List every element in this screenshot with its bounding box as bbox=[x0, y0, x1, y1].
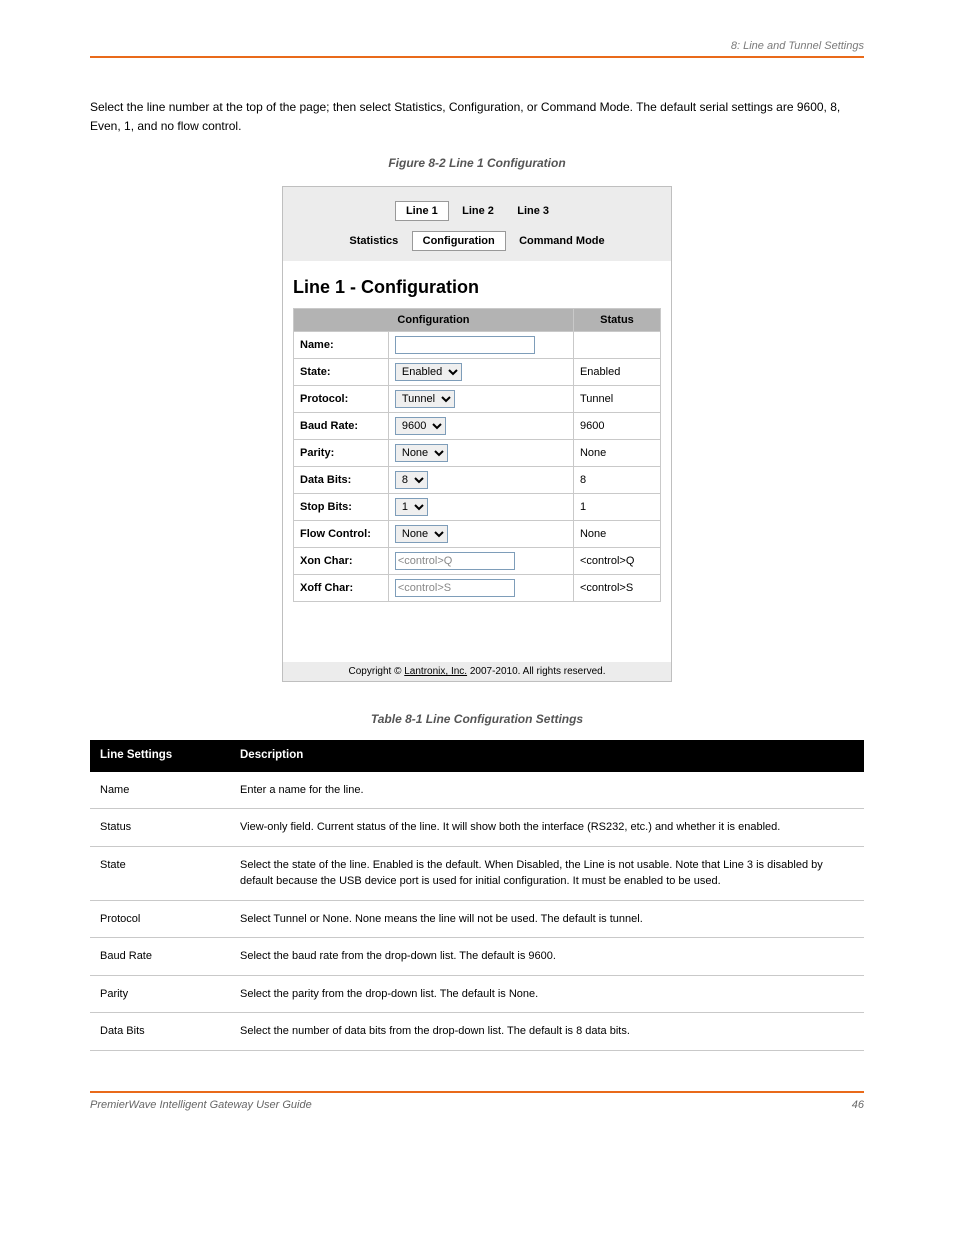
config-status: Tunnel bbox=[573, 386, 660, 413]
config-row: Parity: None None bbox=[294, 440, 661, 467]
config-select[interactable]: None bbox=[395, 525, 448, 543]
intro-paragraph: Select the line number at the top of the… bbox=[90, 98, 864, 136]
config-status: Enabled bbox=[573, 359, 660, 386]
sub-tabs: Statistics Configuration Command Mode bbox=[293, 231, 661, 251]
config-select[interactable]: 9600 bbox=[395, 417, 446, 435]
tab-line-1[interactable]: Line 1 bbox=[395, 201, 449, 221]
config-label: Xon Char: bbox=[294, 548, 389, 575]
config-field bbox=[388, 548, 573, 575]
settings-desc: Select the number of data bits from the … bbox=[230, 1013, 864, 1051]
panel-heading: Line 1 - Configuration bbox=[293, 277, 661, 298]
config-field: None bbox=[388, 521, 573, 548]
config-row: Name: bbox=[294, 332, 661, 359]
config-status: 9600 bbox=[573, 413, 660, 440]
settings-key: State bbox=[90, 846, 230, 900]
config-status: 8 bbox=[573, 467, 660, 494]
config-label: State: bbox=[294, 359, 389, 386]
settings-desc: Select Tunnel or None. None means the li… bbox=[230, 900, 864, 938]
line-tabs: Line 1 Line 2 Line 3 bbox=[395, 201, 559, 221]
settings-desc: View-only field. Current status of the l… bbox=[230, 809, 864, 847]
settings-key: Name bbox=[90, 772, 230, 809]
name-input[interactable] bbox=[395, 336, 535, 354]
settings-row: Data BitsSelect the number of data bits … bbox=[90, 1013, 864, 1051]
settings-key: Baud Rate bbox=[90, 938, 230, 976]
settings-table: Line Settings Description NameEnter a na… bbox=[90, 740, 864, 1050]
config-status bbox=[573, 332, 660, 359]
settings-row: ParitySelect the parity from the drop-do… bbox=[90, 975, 864, 1013]
config-select[interactable]: Enabled bbox=[395, 363, 462, 381]
settings-row: StateSelect the state of the line. Enabl… bbox=[90, 846, 864, 900]
config-field: 1 bbox=[388, 494, 573, 521]
header-rule bbox=[90, 56, 864, 58]
config-row: State: Enabled Enabled bbox=[294, 359, 661, 386]
settings-desc: Select the parity from the drop-down lis… bbox=[230, 975, 864, 1013]
settings-row: Baud RateSelect the baud rate from the d… bbox=[90, 938, 864, 976]
config-row: Protocol: Tunnel Tunnel bbox=[294, 386, 661, 413]
config-field bbox=[388, 575, 573, 602]
config-field: 8 bbox=[388, 467, 573, 494]
config-label: Baud Rate: bbox=[294, 413, 389, 440]
config-label: Xoff Char: bbox=[294, 575, 389, 602]
subtab-configuration[interactable]: Configuration bbox=[412, 231, 506, 251]
footer-title: PremierWave Intelligent Gateway User Gui… bbox=[90, 1099, 312, 1111]
config-readonly bbox=[395, 579, 515, 597]
config-status: None bbox=[573, 521, 660, 548]
subtab-statistics[interactable]: Statistics bbox=[339, 232, 408, 250]
settings-row: ProtocolSelect Tunnel or None. None mean… bbox=[90, 900, 864, 938]
config-readonly bbox=[395, 552, 515, 570]
lantronix-link[interactable]: Lantronix, Inc. bbox=[404, 666, 467, 677]
subtab-command-mode[interactable]: Command Mode bbox=[509, 232, 615, 250]
config-select[interactable]: 8 bbox=[395, 471, 428, 489]
settings-key: Data Bits bbox=[90, 1013, 230, 1051]
config-field: None bbox=[388, 440, 573, 467]
settings-desc: Enter a name for the line. bbox=[230, 772, 864, 809]
config-row: Baud Rate: 9600 9600 bbox=[294, 413, 661, 440]
config-label: Name: bbox=[294, 332, 389, 359]
copyright-footer: Copyright © Lantronix, Inc. 2007-2010. A… bbox=[283, 662, 671, 681]
settings-row: StatusView-only field. Current status of… bbox=[90, 809, 864, 847]
col-status: Status bbox=[573, 309, 660, 332]
settings-col-1: Line Settings bbox=[90, 740, 230, 771]
tab-line-3[interactable]: Line 3 bbox=[507, 202, 559, 220]
tab-line-2[interactable]: Line 2 bbox=[452, 202, 504, 220]
config-status: <control>Q bbox=[573, 548, 660, 575]
footer-page-number: 46 bbox=[852, 1099, 864, 1111]
settings-col-2: Description bbox=[230, 740, 864, 771]
figure-caption: Figure 8-2 Line 1 Configuration bbox=[90, 156, 864, 170]
config-row: Xon Char: <control>Q bbox=[294, 548, 661, 575]
config-select[interactable]: None bbox=[395, 444, 448, 462]
config-label: Stop Bits: bbox=[294, 494, 389, 521]
chapter-label: 8: Line and Tunnel Settings bbox=[90, 40, 864, 52]
config-row: Flow Control: None None bbox=[294, 521, 661, 548]
config-select[interactable]: Tunnel bbox=[395, 390, 455, 408]
page-footer: PremierWave Intelligent Gateway User Gui… bbox=[90, 1091, 864, 1111]
config-label: Flow Control: bbox=[294, 521, 389, 548]
config-status: None bbox=[573, 440, 660, 467]
settings-key: Parity bbox=[90, 975, 230, 1013]
screenshot-panel: Line 1 Line 2 Line 3 Statistics Configur… bbox=[282, 186, 672, 682]
settings-desc: Select the state of the line. Enabled is… bbox=[230, 846, 864, 900]
config-field: Tunnel bbox=[388, 386, 573, 413]
config-table: Configuration Status Name:State: Enabled E… bbox=[293, 308, 661, 602]
config-label: Protocol: bbox=[294, 386, 389, 413]
config-status: 1 bbox=[573, 494, 660, 521]
config-field bbox=[388, 332, 573, 359]
col-config: Configuration bbox=[294, 309, 574, 332]
settings-key: Status bbox=[90, 809, 230, 847]
settings-key: Protocol bbox=[90, 900, 230, 938]
config-row: Stop Bits: 1 1 bbox=[294, 494, 661, 521]
settings-row: NameEnter a name for the line. bbox=[90, 772, 864, 809]
config-select[interactable]: 1 bbox=[395, 498, 428, 516]
config-label: Data Bits: bbox=[294, 467, 389, 494]
config-status: <control>S bbox=[573, 575, 660, 602]
config-row: Data Bits: 8 8 bbox=[294, 467, 661, 494]
config-field: 9600 bbox=[388, 413, 573, 440]
settings-desc: Select the baud rate from the drop-down … bbox=[230, 938, 864, 976]
config-label: Parity: bbox=[294, 440, 389, 467]
config-row: Xoff Char: <control>S bbox=[294, 575, 661, 602]
config-field: Enabled bbox=[388, 359, 573, 386]
table-caption: Table 8-1 Line Configuration Settings bbox=[90, 712, 864, 726]
